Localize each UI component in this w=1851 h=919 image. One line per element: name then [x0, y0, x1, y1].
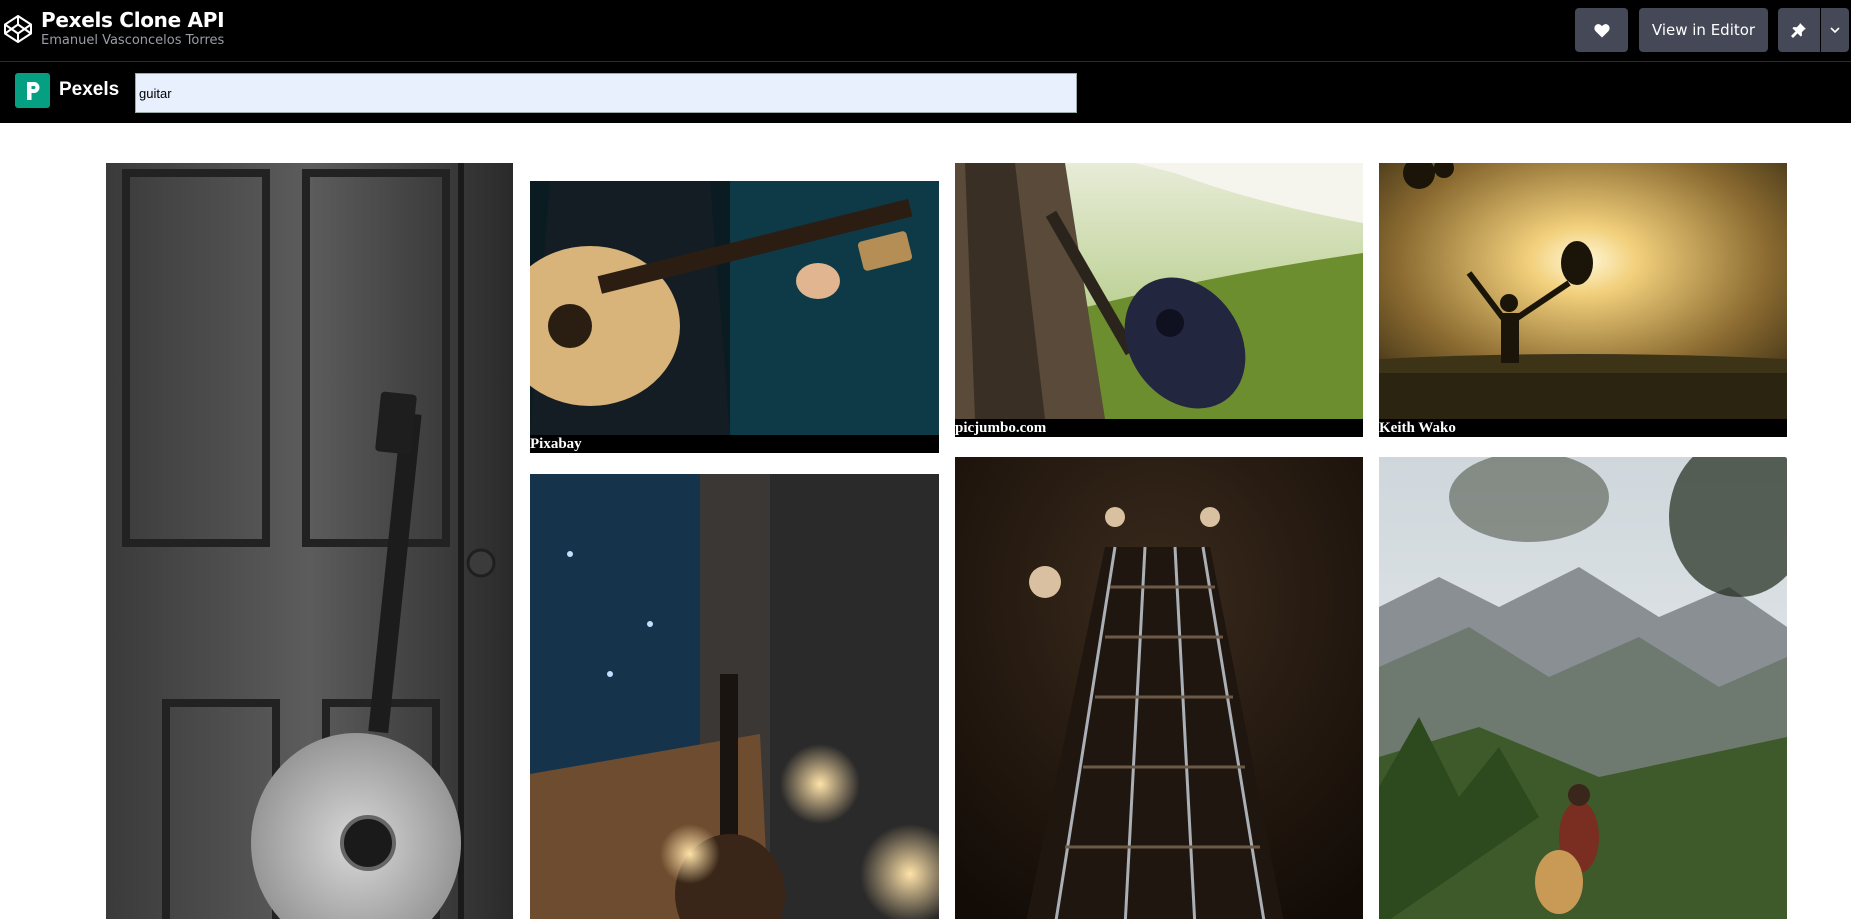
photo-card[interactable]: Pixabay: [530, 181, 939, 453]
photo-image: [530, 474, 939, 919]
photo-credit: Pixabay: [530, 435, 939, 453]
chevron-down-icon: [1830, 27, 1840, 33]
brand-name: Pexels: [59, 79, 120, 100]
photo-card[interactable]: [955, 457, 1363, 919]
photo-gallery: Pixabay picjumbo.com Keith Wako: [0, 123, 1851, 919]
pen-author[interactable]: Emanuel Vasconcelos Torres: [41, 33, 224, 48]
photo-credit: Keith Wako: [1379, 419, 1787, 437]
pin-button[interactable]: [1778, 8, 1820, 52]
pin-dropdown-button[interactable]: [1821, 8, 1849, 52]
photo-image: [955, 457, 1363, 919]
photo-card[interactable]: [106, 163, 513, 919]
app-header: Pexels: [0, 62, 1851, 123]
view-in-editor-button[interactable]: View in Editor: [1639, 8, 1768, 52]
pin-icon: [1791, 23, 1806, 38]
codepen-logo-icon[interactable]: [2, 13, 34, 45]
photo-image: [530, 181, 939, 435]
photo-card[interactable]: Keith Wako: [1379, 163, 1787, 437]
photo-image: [955, 163, 1363, 419]
photo-image: [1379, 163, 1787, 419]
pexels-logo-icon[interactable]: [15, 73, 50, 108]
codepen-header: Pexels Clone API Emanuel Vasconcelos Tor…: [0, 0, 1851, 62]
heart-button[interactable]: [1575, 8, 1628, 52]
heart-icon: [1593, 23, 1610, 37]
photo-image: [1379, 457, 1787, 919]
photo-image: [106, 163, 513, 919]
photo-card[interactable]: picjumbo.com: [955, 163, 1363, 437]
search-input[interactable]: [135, 73, 1077, 113]
photo-credit: picjumbo.com: [955, 419, 1363, 437]
photo-card[interactable]: [530, 474, 939, 919]
pen-title: Pexels Clone API: [41, 8, 225, 32]
photo-card[interactable]: [1379, 457, 1787, 919]
